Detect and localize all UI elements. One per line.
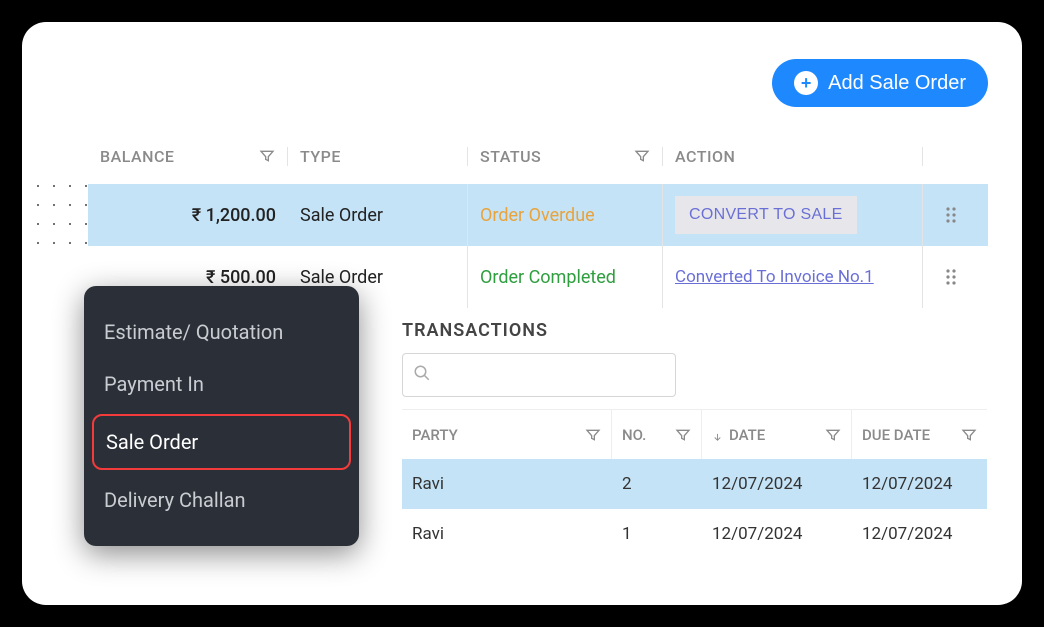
filter-icon[interactable]	[585, 427, 601, 443]
add-sale-order-button[interactable]: + Add Sale Order	[772, 59, 988, 107]
tx-header-row: PARTY NO. DATE DUE DATE	[402, 409, 987, 459]
tx-no: 1	[612, 524, 702, 544]
menu-item-delivery-challan[interactable]: Delivery Challan	[92, 474, 351, 526]
convert-to-sale-button[interactable]: CONVERT TO SALE	[675, 196, 857, 234]
converted-invoice-link[interactable]: Converted To Invoice No.1	[675, 267, 874, 287]
menu-item-estimate[interactable]: Estimate/ Quotation	[92, 306, 351, 358]
tx-party: Ravi	[402, 474, 612, 494]
tx-col-no[interactable]: NO.	[612, 410, 702, 459]
transactions-table: PARTY NO. DATE DUE DATE	[402, 409, 987, 559]
sort-desc-icon	[712, 429, 723, 440]
status-cell: Order Overdue	[468, 184, 663, 246]
action-cell: Converted To Invoice No.1	[663, 246, 923, 308]
row-more[interactable]	[923, 246, 978, 308]
sale-type-menu: Estimate/ Quotation Payment In Sale Orde…	[84, 286, 359, 546]
filter-icon[interactable]	[675, 427, 691, 443]
search-icon	[413, 364, 431, 387]
filter-icon[interactable]	[634, 148, 650, 164]
balance-cell: ₹ 1,200.00	[88, 184, 288, 246]
tx-no: 2	[612, 474, 702, 494]
tx-due: 12/07/2024	[852, 474, 987, 494]
status-cell: Order Completed	[468, 246, 663, 308]
col-action: ACTION	[663, 147, 923, 166]
kebab-icon[interactable]	[942, 203, 960, 227]
transactions-panel: TRANSACTIONS PARTY NO.	[402, 320, 987, 559]
tx-col-date[interactable]: DATE	[702, 410, 852, 459]
col-balance[interactable]: BALANCE	[88, 147, 288, 166]
orders-header-row: BALANCE TYPE STATUS ACTION	[88, 128, 988, 184]
tx-date: 12/07/2024	[702, 474, 852, 494]
action-cell: CONVERT TO SALE	[663, 184, 923, 246]
col-status[interactable]: STATUS	[468, 147, 663, 166]
transactions-title: TRANSACTIONS	[402, 320, 987, 341]
tx-due: 12/07/2024	[852, 524, 987, 544]
tx-party: Ravi	[402, 524, 612, 544]
tx-row[interactable]: Ravi 1 12/07/2024 12/07/2024	[402, 509, 987, 559]
tx-row[interactable]: Ravi 2 12/07/2024 12/07/2024	[402, 459, 987, 509]
add-button-label: Add Sale Order	[828, 72, 966, 95]
app-card: + Add Sale Order BALANCE TYPE STATUS	[22, 22, 1022, 605]
search-input[interactable]	[439, 366, 665, 384]
menu-item-payment-in[interactable]: Payment In	[92, 358, 351, 410]
transactions-search[interactable]	[402, 353, 676, 397]
filter-icon[interactable]	[825, 427, 841, 443]
plus-icon: +	[794, 71, 818, 95]
tx-col-due[interactable]: DUE DATE	[852, 410, 987, 459]
row-more[interactable]	[923, 184, 978, 246]
filter-icon[interactable]	[961, 427, 977, 443]
filter-icon[interactable]	[259, 148, 275, 164]
table-row[interactable]: ₹ 1,200.00 Sale Order Order Overdue CONV…	[88, 184, 988, 246]
type-cell: Sale Order	[288, 184, 468, 246]
menu-item-sale-order[interactable]: Sale Order	[92, 414, 351, 470]
tx-col-party[interactable]: PARTY	[402, 410, 612, 459]
tx-date: 12/07/2024	[702, 524, 852, 544]
kebab-icon[interactable]	[942, 265, 960, 289]
orders-table: BALANCE TYPE STATUS ACTION	[88, 128, 988, 308]
col-type[interactable]: TYPE	[288, 147, 468, 166]
